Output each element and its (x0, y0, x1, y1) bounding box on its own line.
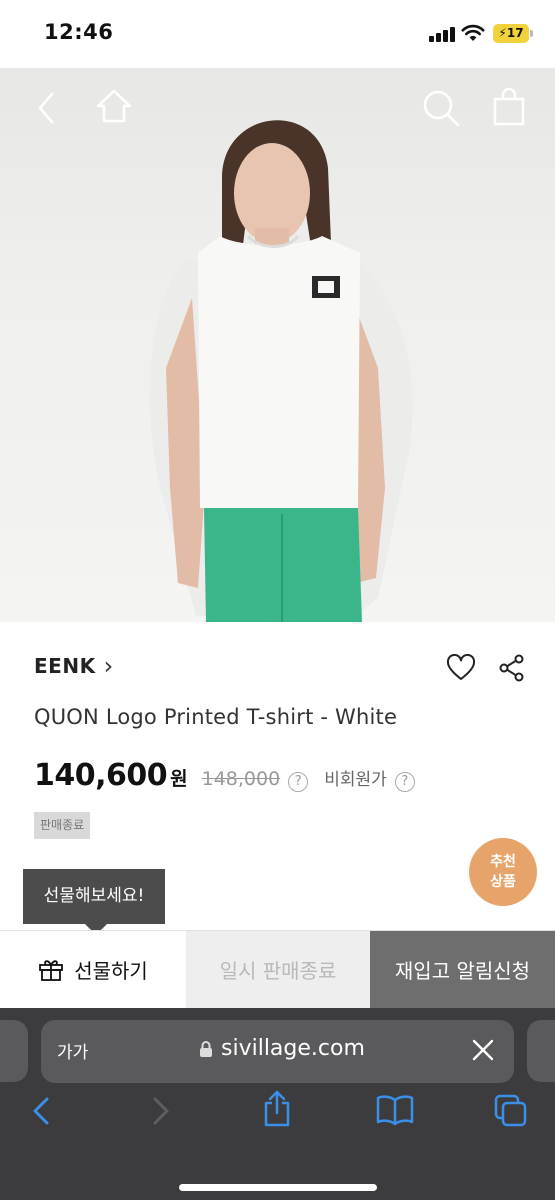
product-photo (149, 120, 413, 622)
home-icon (96, 89, 132, 123)
text-size-button[interactable]: 가가 (57, 1038, 88, 1063)
clear-url-button[interactable] (471, 1038, 495, 1066)
wishlist-button[interactable] (446, 654, 476, 686)
currency-unit: 원 (170, 768, 188, 790)
browser-toolbar: 가가 sivillage.com (0, 1008, 555, 1200)
recommend-label-1: 추천 (490, 854, 516, 870)
back-icon (38, 92, 54, 124)
brand-name: EENK (34, 654, 96, 678)
action-bar: 선물하기 일시 판매종료 재입고 알림신청 (0, 930, 555, 1008)
price-help-icon[interactable]: ? (288, 772, 309, 792)
share-upload-icon (264, 1090, 290, 1127)
brand-link[interactable]: EENK › (34, 654, 113, 678)
gift-button[interactable]: 선물하기 (0, 931, 186, 1008)
browser-nav (0, 1090, 555, 1146)
share-icon (499, 654, 524, 682)
status-time: 12:46 (44, 20, 114, 44)
price-row: 140,600 원 148,000 ? 비회원가 ? (34, 758, 415, 793)
url-display[interactable]: sivillage.com (199, 1036, 365, 1061)
share-button[interactable] (498, 654, 526, 686)
battery-indicator: ⚡17 (493, 24, 529, 43)
cellular-signal-icon (429, 26, 455, 42)
sale-price: 140,600 (34, 758, 168, 793)
restock-alert-button[interactable]: 재입고 알림신청 (370, 931, 555, 1008)
next-tab[interactable] (527, 1020, 555, 1082)
gift-tooltip: 선물해보세요! (23, 869, 165, 935)
browser-share-button[interactable] (262, 1090, 292, 1132)
close-icon (472, 1039, 494, 1061)
tabs-icon (494, 1094, 527, 1127)
home-indicator (179, 1184, 377, 1191)
shopping-bag-icon (493, 87, 525, 126)
member-price-label: 비회원가 (324, 770, 387, 790)
heart-icon (446, 654, 476, 680)
gift-button-label: 선물하기 (74, 959, 148, 983)
previous-tab[interactable] (0, 1020, 28, 1082)
battery-cap (530, 30, 533, 37)
status-badge: 판매종료 (34, 812, 91, 839)
product-image[interactable] (0, 68, 555, 622)
member-price-help-icon[interactable]: ? (394, 772, 415, 792)
wifi-icon (461, 24, 485, 41)
lightning-icon: ⚡ (498, 26, 507, 40)
product-title: QUON Logo Printed T-shirt - White (34, 705, 398, 729)
book-icon (376, 1095, 414, 1126)
bookmarks-button[interactable] (376, 1094, 414, 1130)
search-icon (423, 90, 460, 127)
lock-icon (200, 1040, 212, 1057)
gift-icon (39, 959, 64, 981)
chevron-right-icon: › (103, 652, 114, 680)
chevron-right-icon (153, 1097, 169, 1125)
home-button[interactable] (94, 87, 134, 125)
address-bar[interactable]: 가가 sivillage.com (41, 1020, 514, 1083)
back-button[interactable] (34, 90, 58, 126)
browser-forward-button[interactable] (150, 1096, 172, 1130)
cart-button[interactable] (492, 87, 526, 127)
url-text: sivillage.com (221, 1036, 365, 1061)
recommend-label-2: 상품 (490, 874, 516, 890)
tabs-button[interactable] (494, 1094, 528, 1132)
search-button[interactable] (421, 88, 461, 128)
recommend-button[interactable]: 추천 상품 (469, 838, 537, 906)
browser-back-button[interactable] (30, 1096, 52, 1130)
status-bar: 12:46 ⚡17 (0, 0, 555, 68)
original-price: 148,000 (201, 768, 281, 790)
chevron-left-icon (33, 1097, 49, 1125)
soldout-button[interactable]: 일시 판매종료 (186, 931, 370, 1008)
